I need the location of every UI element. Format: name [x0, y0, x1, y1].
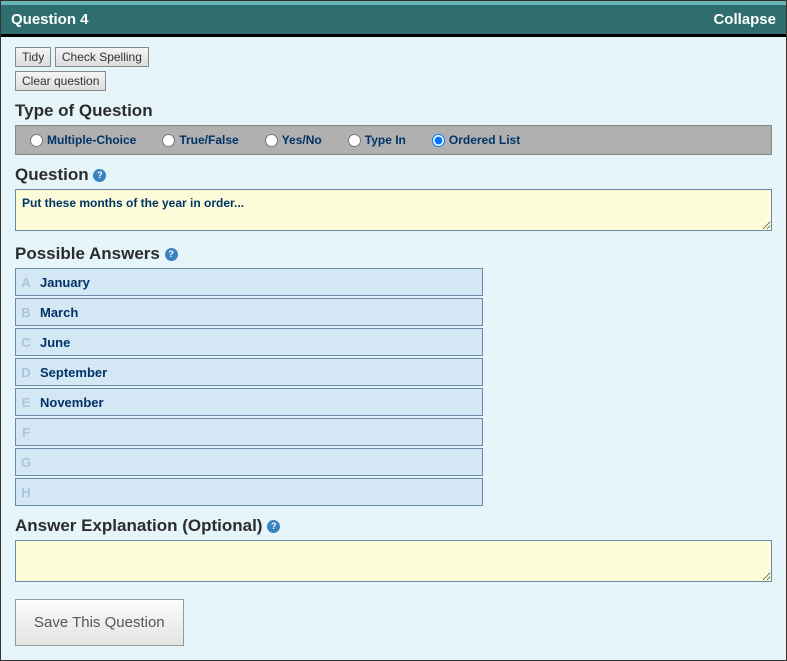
save-question-button[interactable]: Save This Question — [15, 599, 184, 646]
question-type-label: Yes/No — [282, 133, 322, 147]
type-of-question-label: Type of Question — [15, 101, 772, 121]
question-editor-panel: Question 4 Collapse Tidy Check Spelling … — [0, 0, 787, 661]
question-type-label: Type In — [365, 133, 406, 147]
help-icon[interactable]: ? — [165, 248, 178, 261]
answer-input[interactable] — [36, 299, 482, 325]
answer-explanation-label: Answer Explanation (Optional) ? — [15, 516, 772, 536]
answer-letter: H — [16, 479, 36, 505]
answer-row: G — [15, 448, 483, 476]
answer-row: B — [15, 298, 483, 326]
answer-input[interactable] — [36, 329, 482, 355]
answer-letter: E — [16, 389, 36, 415]
help-icon[interactable]: ? — [267, 520, 280, 533]
toolbar-row-1: Tidy Check Spelling — [15, 47, 772, 67]
answer-input[interactable] — [36, 419, 482, 445]
question-type-radio[interactable] — [348, 134, 361, 147]
answer-letter: D — [16, 359, 36, 385]
answer-letter: C — [16, 329, 36, 355]
answer-input[interactable] — [36, 449, 482, 475]
question-type-radio[interactable] — [162, 134, 175, 147]
question-type-option[interactable]: Type In — [348, 133, 406, 147]
answer-row: E — [15, 388, 483, 416]
question-text-input[interactable] — [15, 189, 772, 231]
tidy-button[interactable]: Tidy — [15, 47, 51, 67]
answer-letter: F — [16, 419, 36, 445]
answer-row: A — [15, 268, 483, 296]
clear-question-button[interactable]: Clear question — [15, 71, 106, 91]
panel-body: Tidy Check Spelling Clear question Type … — [1, 37, 786, 660]
question-type-group: Multiple-Choice True/False Yes/No Type In Or… — [15, 125, 772, 155]
answer-row: H — [15, 478, 483, 506]
panel-title: Question 4 — [11, 11, 89, 28]
question-type-radio[interactable] — [265, 134, 278, 147]
answer-letter: G — [16, 449, 36, 475]
answer-explanation-input[interactable] — [15, 540, 772, 582]
answer-row: D — [15, 358, 483, 386]
question-type-option[interactable]: Multiple-Choice — [30, 133, 136, 147]
question-type-label: True/False — [179, 133, 238, 147]
answer-input[interactable] — [36, 269, 482, 295]
answer-letter: B — [16, 299, 36, 325]
question-type-label: Ordered List — [449, 133, 520, 147]
answer-row: F — [15, 418, 483, 446]
question-type-option[interactable]: Ordered List — [432, 133, 520, 147]
check-spelling-button[interactable]: Check Spelling — [55, 47, 149, 67]
answer-input[interactable] — [36, 359, 482, 385]
collapse-toggle[interactable]: Collapse — [713, 11, 776, 28]
question-type-option[interactable]: True/False — [162, 133, 238, 147]
question-type-option[interactable]: Yes/No — [265, 133, 322, 147]
answer-input[interactable] — [36, 389, 482, 415]
answer-letter: A — [16, 269, 36, 295]
question-type-label: Multiple-Choice — [47, 133, 136, 147]
answer-input[interactable] — [36, 479, 482, 505]
answers-list: ABCDEFGH — [15, 268, 483, 506]
possible-answers-label: Possible Answers ? — [15, 244, 772, 264]
answer-row: C — [15, 328, 483, 356]
help-icon[interactable]: ? — [93, 169, 106, 182]
panel-header: Question 4 Collapse — [1, 1, 786, 37]
question-label: Question ? — [15, 165, 772, 185]
question-type-radio[interactable] — [30, 134, 43, 147]
toolbar-row-2: Clear question — [15, 71, 772, 91]
question-type-radio[interactable] — [432, 134, 445, 147]
